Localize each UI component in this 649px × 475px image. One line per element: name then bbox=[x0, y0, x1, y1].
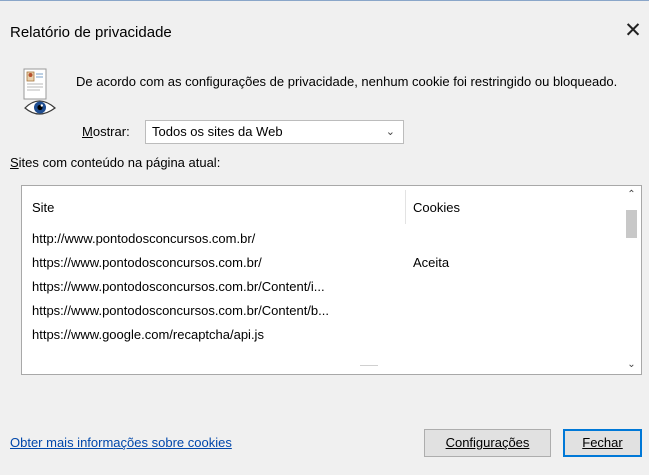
column-separator[interactable] bbox=[405, 190, 406, 224]
sites-label-text: ites com conteúdo na página atual: bbox=[18, 155, 221, 170]
settings-button[interactable]: Configurações bbox=[424, 429, 551, 457]
sites-list[interactable]: Site Cookies http://www.pontodosconcurso… bbox=[21, 185, 642, 375]
scroll-up-icon[interactable]: ⌃ bbox=[622, 186, 641, 204]
partial-row-remnant bbox=[360, 365, 378, 366]
column-header-cookies[interactable]: Cookies bbox=[413, 200, 460, 215]
dialog-title: Relatório de privacidade bbox=[10, 24, 172, 41]
window-top-border bbox=[0, 0, 649, 1]
scrollbar-thumb[interactable] bbox=[626, 210, 637, 238]
row-site: https://www.pontodosconcursos.com.br/Con… bbox=[32, 303, 329, 318]
row-site: https://www.pontodosconcursos.com.br/Con… bbox=[32, 279, 325, 294]
show-label: Mostrar: bbox=[82, 123, 130, 141]
table-row[interactable]: http://www.pontodosconcursos.com.br/ bbox=[22, 227, 622, 251]
column-header-site[interactable]: Site bbox=[32, 200, 54, 215]
table-row[interactable]: https://www.google.com/recaptcha/api.js bbox=[22, 323, 622, 347]
close-button[interactable]: Fechar bbox=[563, 429, 642, 457]
privacy-report-icon bbox=[23, 68, 56, 115]
table-row[interactable]: https://www.pontodosconcursos.com.br/Con… bbox=[22, 299, 622, 323]
more-info-cookies-link[interactable]: Obter mais informações sobre cookies bbox=[10, 435, 232, 450]
list-rows: http://www.pontodosconcursos.com.br/ htt… bbox=[22, 227, 622, 347]
vertical-scrollbar[interactable]: ⌃ ⌄ bbox=[622, 186, 641, 374]
table-row[interactable]: https://www.pontodosconcursos.com.br/Con… bbox=[22, 275, 622, 299]
close-icon[interactable]: ✕ bbox=[622, 19, 644, 43]
row-site: http://www.pontodosconcursos.com.br/ bbox=[32, 231, 256, 246]
scroll-down-icon[interactable]: ⌄ bbox=[622, 356, 641, 374]
show-filter-value: Todos os sites da Web bbox=[152, 124, 283, 139]
chevron-down-icon: ⌄ bbox=[385, 126, 395, 138]
sites-label-accelerator: S bbox=[10, 155, 19, 170]
row-site: https://www.pontodosconcursos.com.br/ bbox=[32, 255, 262, 270]
table-row[interactable]: https://www.pontodosconcursos.com.br/ Ac… bbox=[22, 251, 622, 275]
list-header: Site Cookies bbox=[22, 186, 622, 226]
row-cookies: Aceita bbox=[413, 255, 450, 270]
privacy-message: De acordo com as configurações de privac… bbox=[76, 74, 618, 89]
row-site: https://www.google.com/recaptcha/api.js bbox=[32, 327, 264, 342]
sites-label: Sites com conteúdo na página atual: bbox=[10, 154, 220, 172]
show-label-accelerator: M bbox=[82, 124, 93, 139]
show-filter-select[interactable]: Todos os sites da Web ⌄ bbox=[145, 120, 404, 144]
show-label-text: ostrar: bbox=[92, 124, 130, 139]
